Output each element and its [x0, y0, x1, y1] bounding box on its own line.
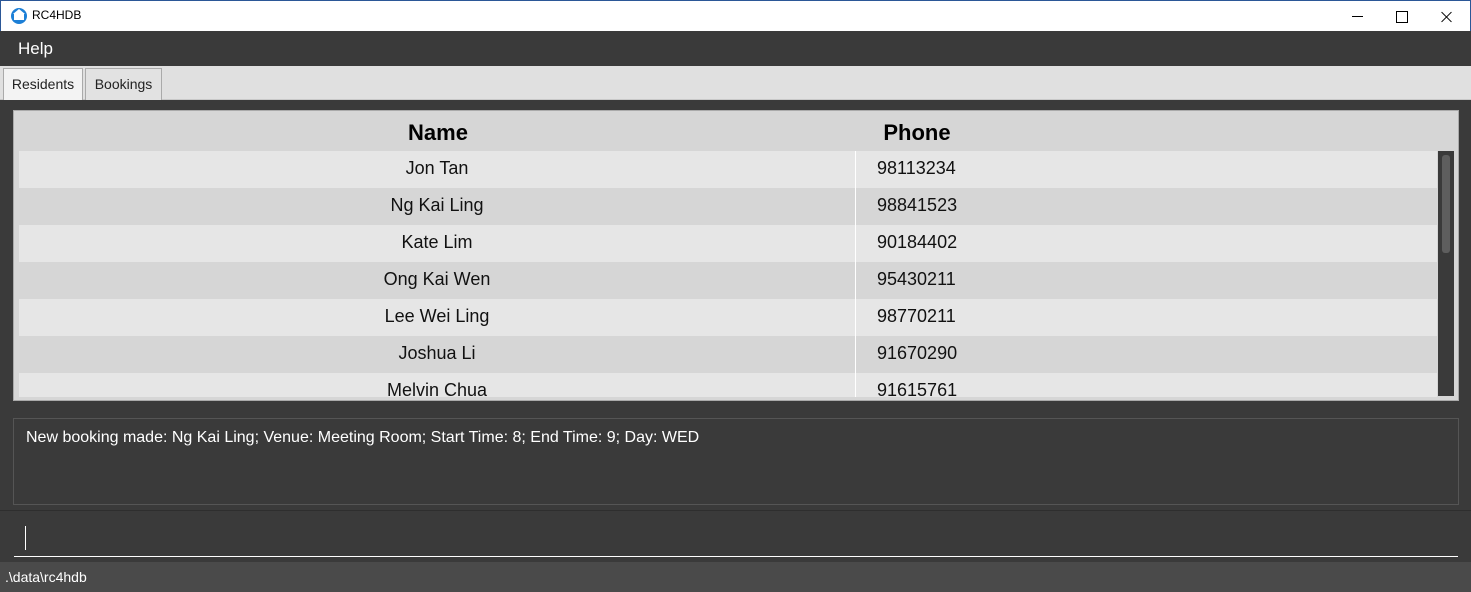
table-scrollbar[interactable] [1438, 151, 1454, 396]
data-file-path: .\data\rc4hdb [5, 569, 87, 585]
tab-residents[interactable]: Residents [3, 68, 83, 100]
table-row[interactable]: Ng Kai Ling 98841523 [19, 188, 1437, 225]
column-header-name[interactable]: Name [338, 120, 538, 146]
menu-bar: Help [0, 31, 1471, 66]
maximize-button[interactable] [1379, 1, 1425, 32]
cell-name: Joshua Li [19, 336, 856, 373]
cell-phone: 91615761 [877, 380, 958, 397]
result-message: New booking made: Ng Kai Ling; Venue: Me… [26, 429, 700, 446]
tab-bar: Residents Bookings [0, 66, 1471, 100]
scrollbar-thumb[interactable] [1442, 155, 1450, 253]
table-row[interactable]: Joshua Li 91670290 [19, 336, 1437, 373]
cell-phone: 91670290 [877, 343, 958, 363]
close-button[interactable] [1424, 1, 1470, 32]
cell-name: Ng Kai Ling [19, 188, 856, 225]
text-caret [25, 526, 26, 550]
table-row[interactable]: Melvin Chua 91615761 [19, 373, 1437, 397]
table-row[interactable]: Kate Lim 90184402 [19, 225, 1437, 262]
table-row[interactable]: Jon Tan 98113234 [19, 151, 1437, 188]
cell-name: Jon Tan [19, 151, 856, 188]
cell-name: Ong Kai Wen [19, 262, 856, 299]
cell-name: Kate Lim [19, 225, 856, 262]
cell-phone: 98113234 [877, 158, 956, 178]
cell-phone: 95430211 [877, 269, 956, 289]
result-display: New booking made: Ng Kai Ling; Venue: Me… [13, 418, 1459, 505]
cell-name: Lee Wei Ling [19, 299, 856, 336]
command-box [0, 510, 1471, 562]
cell-phone: 98770211 [877, 306, 956, 326]
tab-bookings[interactable]: Bookings [85, 68, 162, 100]
window-title: RC4HDB [32, 8, 82, 22]
minimize-button[interactable] [1335, 1, 1381, 32]
cell-phone: 90184402 [877, 232, 958, 252]
table-row[interactable]: Ong Kai Wen 95430211 [19, 262, 1437, 299]
help-menu[interactable]: Help [18, 39, 53, 59]
column-header-phone[interactable]: Phone [817, 120, 1017, 146]
house-icon [11, 8, 27, 24]
cell-name: Melvin Chua [19, 373, 856, 397]
table-body: Jon Tan 98113234 Ng Kai Ling 98841523 Ka… [19, 151, 1437, 397]
residents-table: Name Phone Jon Tan 98113234 Ng Kai Ling … [13, 110, 1459, 401]
residents-panel: Name Phone Jon Tan 98113234 Ng Kai Ling … [0, 100, 1471, 410]
command-input[interactable] [14, 519, 1458, 557]
table-row[interactable]: Lee Wei Ling 98770211 [19, 299, 1437, 336]
status-bar: .\data\rc4hdb [0, 562, 1471, 592]
cell-phone: 98841523 [877, 195, 958, 215]
title-bar: RC4HDB [0, 0, 1471, 31]
